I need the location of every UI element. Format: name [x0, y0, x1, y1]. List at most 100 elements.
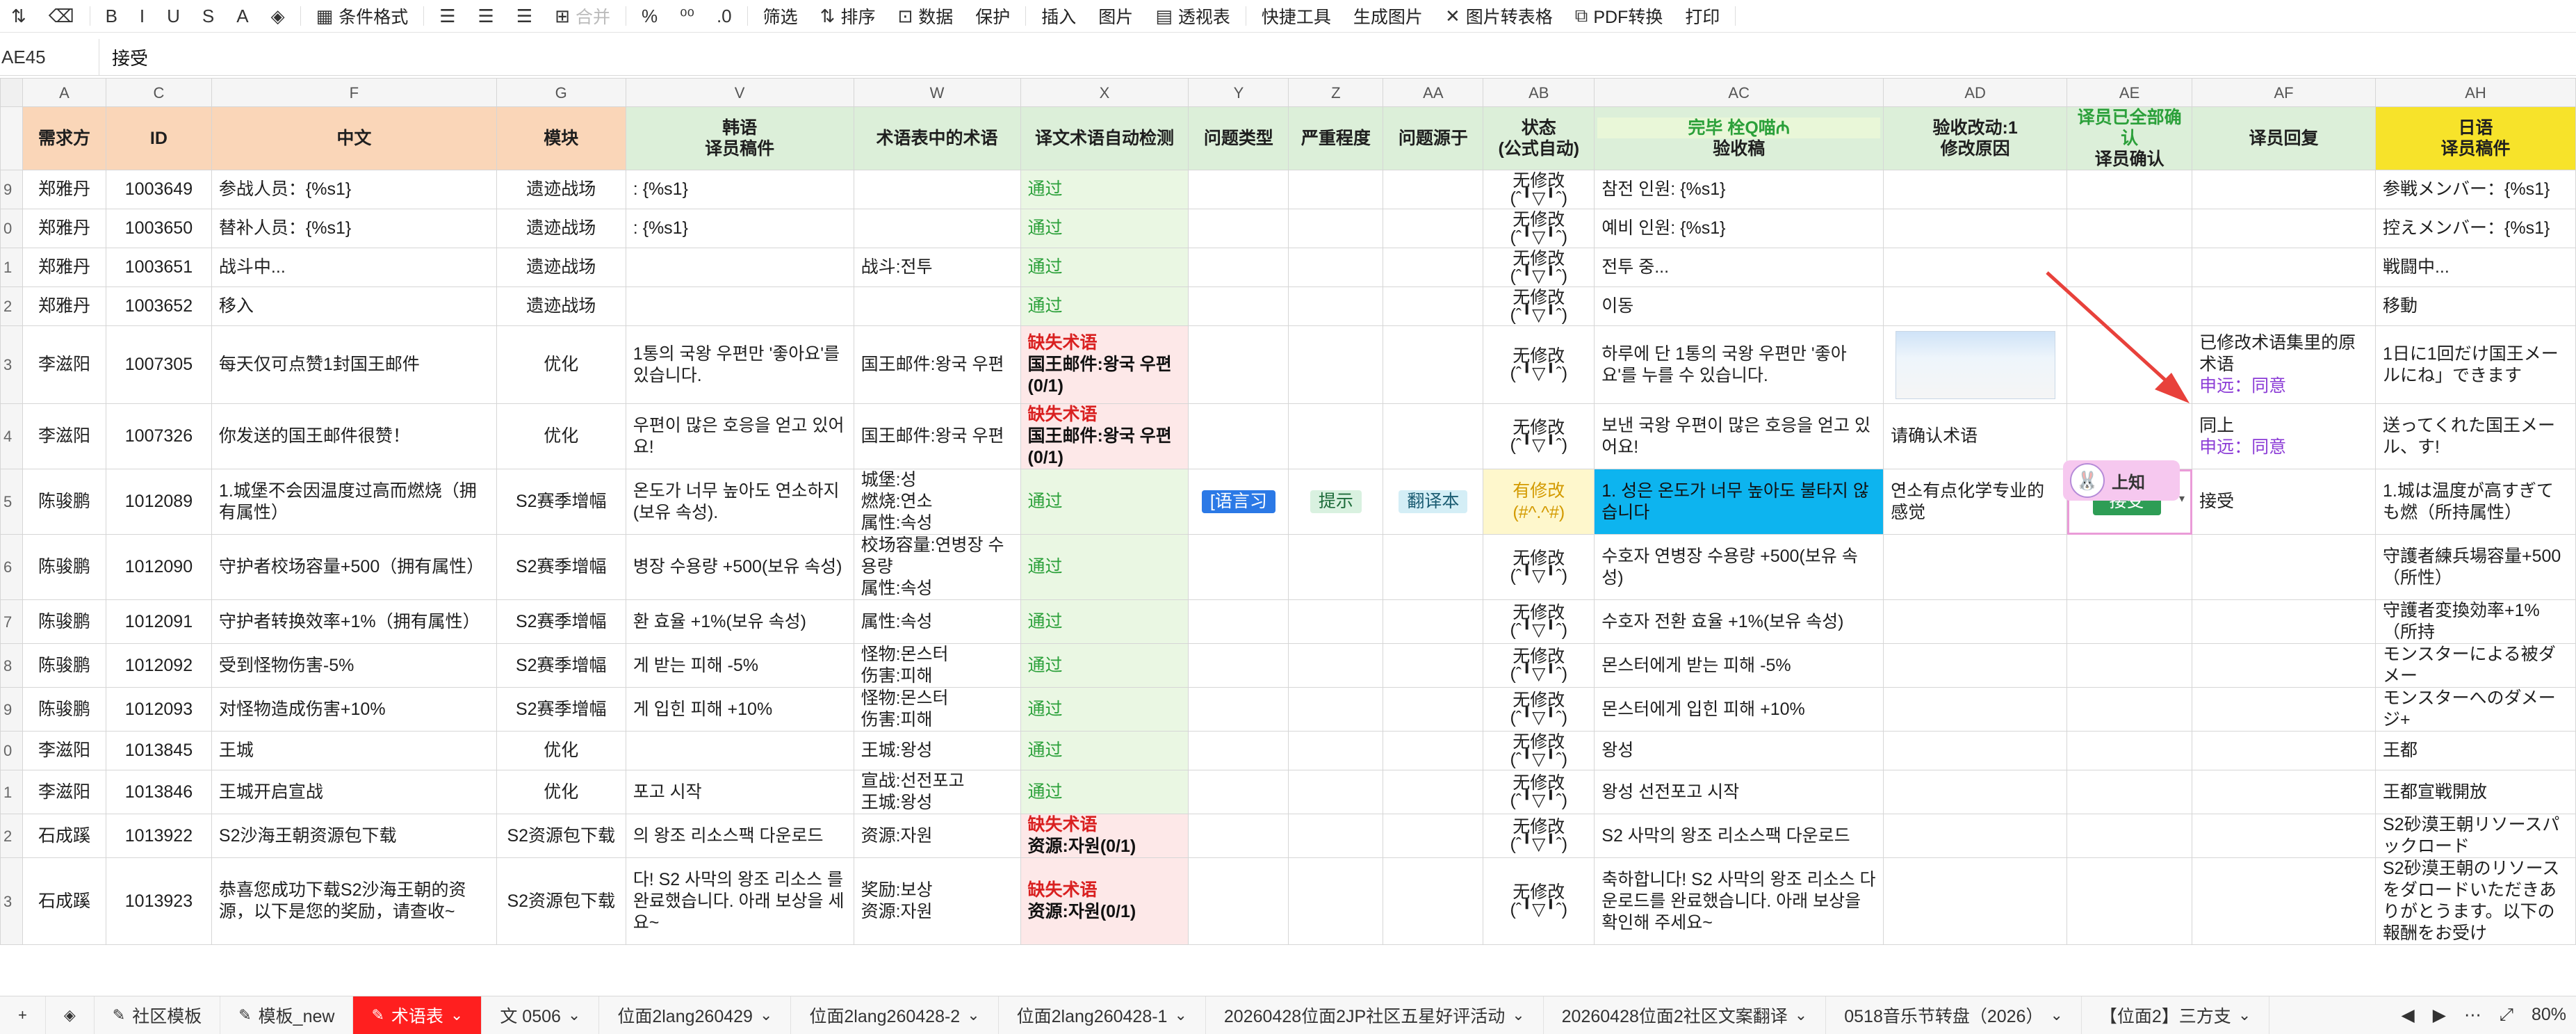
column-letter-f[interactable]: F: [211, 78, 497, 107]
header-z[interactable]: 严重程度: [1288, 106, 1384, 170]
cell-review[interactable]: 참전 인원: {%s1}: [1594, 170, 1884, 209]
cell-term-check[interactable]: 通过: [1020, 286, 1189, 326]
protect-button[interactable]: 保护: [964, 0, 1021, 32]
cell-severity[interactable]: [1288, 814, 1384, 858]
cell-korean[interactable]: 의 왕조 리소스팩 다운로드: [625, 814, 854, 858]
cell-korean[interactable]: 게 입힌 피해 +10%: [625, 687, 854, 732]
header-aa[interactable]: 问题源于: [1383, 106, 1484, 170]
cell-chinese[interactable]: 你发送的国王邮件很赞！: [211, 403, 497, 469]
cell-module[interactable]: S2资源包下载: [496, 857, 626, 945]
cell-term-check[interactable]: 通过: [1020, 170, 1189, 209]
row-number[interactable]: 4: [0, 403, 23, 469]
column-letter-g[interactable]: G: [496, 78, 626, 107]
cell-translator-confirm[interactable]: [2066, 248, 2193, 287]
fill-color-button[interactable]: ◈: [260, 0, 296, 32]
column-letter-ac[interactable]: AC: [1594, 78, 1884, 107]
cell-japanese[interactable]: モンスターへのダメージ+: [2374, 687, 2576, 732]
cell-translator-confirm[interactable]: [2066, 534, 2193, 600]
row-number[interactable]: 2: [0, 286, 23, 326]
cell-translator-reply[interactable]: 同上 申远：同意: [2192, 403, 2376, 469]
cell-korean[interactable]: 1통의 국왕 우편만 '좋아요'를 있습니다.: [625, 325, 854, 404]
cell-term-check[interactable]: 缺失术语 资源:자원(0/1): [1020, 857, 1189, 945]
row-number[interactable]: 3: [0, 857, 23, 945]
cell-severity[interactable]: [1288, 170, 1384, 209]
cell-chinese[interactable]: 受到怪物伤害-5%: [211, 643, 497, 688]
cell-glossary[interactable]: 国王邮件:왕국 우편: [853, 403, 1021, 469]
cell-change-reason[interactable]: [1883, 248, 2068, 287]
cell-term-check[interactable]: 通过: [1020, 599, 1189, 644]
cell-id[interactable]: 1012093: [105, 687, 212, 732]
cell-glossary[interactable]: 宣战:선전포고 王城:왕성: [853, 770, 1021, 814]
cell-change-reason[interactable]: [1883, 687, 2068, 732]
header-w[interactable]: 术语表中的术语: [853, 106, 1021, 170]
cell-status[interactable]: 无修改(ˆ╹▽╹ˆ): [1483, 857, 1595, 945]
cell-id[interactable]: 1012090: [105, 534, 212, 600]
cell-issue-type[interactable]: [1188, 170, 1289, 209]
cell-term-check[interactable]: 通过: [1020, 248, 1189, 287]
cell-chinese[interactable]: 替补人员：{%s1}: [211, 209, 497, 248]
cell-translator-reply[interactable]: [2192, 286, 2376, 326]
sheet-list-button[interactable]: ◈: [46, 996, 95, 1034]
add-sheet-button[interactable]: +: [0, 996, 46, 1034]
cell-korean[interactable]: : {%s1}: [625, 170, 854, 209]
cell-term-check[interactable]: 通过: [1020, 643, 1189, 688]
header-v[interactable]: 韩语 译员稿件: [625, 106, 854, 170]
cell-translator-confirm[interactable]: [2066, 687, 2193, 732]
cell-id[interactable]: 1003652: [105, 286, 212, 326]
column-letter-a[interactable]: A: [22, 78, 106, 107]
cell-module[interactable]: S2赛季增幅: [496, 687, 626, 732]
sheet-tab[interactable]: 位面2lang260428-1 ⌄: [999, 996, 1206, 1034]
cell-severity[interactable]: [1288, 687, 1384, 732]
cell-review[interactable]: S2 사막의 왕조 리소스팩 다운로드: [1594, 814, 1884, 858]
sheet-tab[interactable]: 20260428位面2JP社区五星好评活动 ⌄: [1206, 996, 1544, 1034]
underline-button[interactable]: U: [156, 0, 191, 32]
column-letter-v[interactable]: V: [625, 78, 854, 107]
cell-issue-type[interactable]: [1188, 857, 1289, 945]
gen-image-button[interactable]: 生成图片: [1342, 0, 1434, 32]
data-button[interactable]: ⊡ 数据: [886, 0, 964, 32]
cell-glossary[interactable]: 国王邮件:왕국 우편: [853, 325, 1021, 404]
cell-japanese[interactable]: 控えメンバー：{%s1}: [2374, 209, 2576, 248]
cell-issue-source[interactable]: 翻译本: [1383, 469, 1484, 535]
cell-issue-type[interactable]: [1188, 209, 1289, 248]
cell-change-reason[interactable]: [1883, 170, 2068, 209]
cell-japanese[interactable]: 王都宣戦開放: [2374, 770, 2576, 814]
cell-translator-reply[interactable]: [2192, 248, 2376, 287]
quick-tools-button[interactable]: 快捷工具: [1250, 0, 1342, 32]
cell-japanese[interactable]: 1日に1回だけ国王メールにね」できます: [2374, 325, 2576, 404]
cell-chinese[interactable]: 移入: [211, 286, 497, 326]
sort-button[interactable]: ⇅ 排序: [809, 0, 887, 32]
image-button[interactable]: 图片: [1087, 0, 1144, 32]
cell-translator-confirm[interactable]: [2066, 770, 2193, 814]
sheet-tab[interactable]: 0518音乐节转盘（2026） ⌄: [1826, 996, 2082, 1034]
cell-korean[interactable]: 환 효율 +1%(보유 속성): [625, 599, 854, 644]
cell-severity[interactable]: [1288, 248, 1384, 287]
cell-requester[interactable]: 陈骏鹏: [22, 643, 106, 688]
column-letter-w[interactable]: W: [853, 78, 1021, 107]
cell-korean[interactable]: 게 받는 피해 -5%: [625, 643, 854, 688]
cell-glossary[interactable]: 怪物:몬스터 伤害:피해: [853, 687, 1021, 732]
cell-requester[interactable]: 陈骏鹏: [22, 687, 106, 732]
cell-id[interactable]: 1013922: [105, 814, 212, 858]
cell-change-reason[interactable]: [1883, 643, 2068, 688]
cell-term-check[interactable]: 缺失术语 国王邮件:왕국 우편(0/1): [1020, 403, 1189, 469]
cell-term-check[interactable]: 通过: [1020, 687, 1189, 732]
column-letter-aa[interactable]: AA: [1383, 78, 1484, 107]
cell-id[interactable]: 1012091: [105, 599, 212, 644]
cell-change-reason[interactable]: 연소有点化学专业的感觉: [1883, 469, 2068, 535]
cell-status[interactable]: 无修改(ˆ╹▽╹ˆ): [1483, 403, 1595, 469]
cell-status[interactable]: 无修改(ˆ╹▽╹ˆ): [1483, 286, 1595, 326]
cell-change-reason[interactable]: [1883, 325, 2068, 404]
cell-chinese[interactable]: 参战人员：{%s1}: [211, 170, 497, 209]
cell-translator-confirm[interactable]: [2066, 170, 2193, 209]
bold-button[interactable]: B: [95, 0, 129, 32]
row-number[interactable]: 0: [0, 731, 23, 770]
column-letter-af[interactable]: AF: [2192, 78, 2376, 107]
cell-japanese[interactable]: 1.城は温度が高すぎても燃（所持属性）: [2374, 469, 2576, 535]
cell-japanese[interactable]: 戦闘中...: [2374, 248, 2576, 287]
conditional-format-button[interactable]: ▦ 条件格式: [305, 0, 420, 32]
cell-requester[interactable]: 李滋阳: [22, 770, 106, 814]
header-a[interactable]: 需求方: [22, 106, 106, 170]
cell-chinese[interactable]: 战斗中...: [211, 248, 497, 287]
sheet-tab[interactable]: 位面2lang260428-2 ⌄: [791, 996, 999, 1034]
